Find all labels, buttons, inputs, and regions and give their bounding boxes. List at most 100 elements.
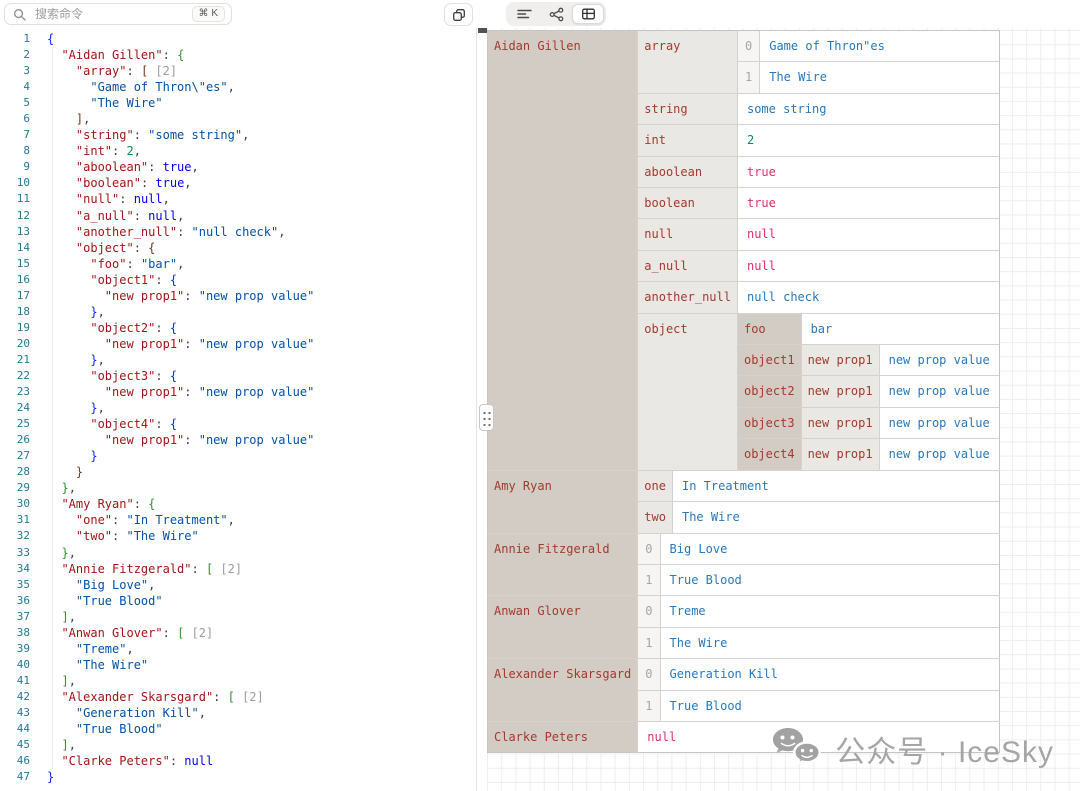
editor-line[interactable]: 44 "True Blood" [0, 721, 314, 737]
grid-key-cell[interactable]: Clarke Peters [488, 721, 638, 752]
grid-key-cell[interactable]: boolean [638, 188, 737, 219]
grid-value-cell[interactable]: some string [737, 93, 998, 124]
grid-key-cell[interactable]: object2 [738, 376, 801, 407]
editor-line[interactable]: 1{ [0, 31, 314, 47]
search-box[interactable]: ⌘ K [4, 3, 232, 25]
editor-line[interactable]: 16 "object1": { [0, 272, 314, 288]
grid-key-cell[interactable]: foo [738, 314, 801, 345]
editor-line[interactable]: 36 "True Blood" [0, 593, 314, 609]
line-number[interactable]: 35 [0, 577, 30, 593]
editor-line[interactable]: 28 } [0, 464, 314, 480]
editor-line[interactable]: 11 "null": null, [0, 191, 314, 207]
line-number[interactable]: 34 [0, 561, 30, 577]
grid-key-cell[interactable]: null [638, 219, 737, 250]
grid-value-cell[interactable]: True Blood [660, 564, 999, 595]
editor-line[interactable]: 33 }, [0, 545, 314, 561]
grid-key-cell[interactable]: Amy Ryan [488, 470, 638, 533]
grid-key-cell[interactable]: one [638, 471, 672, 502]
line-number[interactable]: 27 [0, 448, 30, 464]
line-number[interactable]: 6 [0, 111, 30, 127]
editor-line[interactable]: 47} [0, 769, 314, 785]
grid-key-cell[interactable]: new prop1 [802, 376, 880, 406]
line-number[interactable]: 7 [0, 127, 30, 143]
editor-line[interactable]: 18 }, [0, 304, 314, 320]
grid-value-cell[interactable]: new prop value [879, 408, 999, 438]
grid-key-cell[interactable]: Alexander Skarsgard [488, 659, 638, 722]
grid-key-cell[interactable]: Anwan Glover [488, 596, 638, 659]
editor-line[interactable]: 31 "one": "In Treatment", [0, 512, 314, 528]
json-editor[interactable]: 1{2 "Aidan Gillen": {3 "array": [ [2]4 "… [0, 28, 477, 791]
panel-resize-handle[interactable] [479, 404, 494, 431]
line-number[interactable]: 22 [0, 368, 30, 384]
line-number[interactable]: 24 [0, 400, 30, 416]
grid-key-cell[interactable]: object [638, 313, 737, 470]
editor-line[interactable]: 2 "Aidan Gillen": { [0, 47, 314, 63]
scrollbar-thumb[interactable] [478, 28, 487, 33]
editor-line[interactable]: 30 "Amy Ryan": { [0, 496, 314, 512]
line-number[interactable]: 45 [0, 737, 30, 753]
grid-key-cell[interactable]: int [638, 125, 737, 156]
line-number[interactable]: 36 [0, 593, 30, 609]
grid-key-cell[interactable]: Annie Fitzgerald [488, 533, 638, 596]
line-number[interactable]: 18 [0, 304, 30, 320]
search-input[interactable] [33, 6, 192, 22]
editor-line[interactable]: 3 "array": [ [2] [0, 63, 314, 79]
editor-line[interactable]: 26 "new prop1": "new prop value" [0, 432, 314, 448]
grid-key-cell[interactable]: aboolean [638, 156, 737, 187]
editor-line[interactable]: 15 "foo": "bar", [0, 256, 314, 272]
grid-key-cell[interactable]: another_null [638, 282, 737, 313]
grid-value-cell[interactable]: In Treatment [672, 471, 998, 502]
line-number[interactable]: 5 [0, 95, 30, 111]
editor-line[interactable]: 23 "new prop1": "new prop value" [0, 384, 314, 400]
editor-line[interactable]: 40 "The Wire" [0, 657, 314, 673]
grid-value-cell[interactable]: new prop value [879, 376, 999, 406]
grid-key-cell[interactable]: object4 [738, 439, 801, 470]
line-number[interactable]: 29 [0, 480, 30, 496]
line-number[interactable]: 41 [0, 673, 30, 689]
editor-line[interactable]: 7 "string": "some string", [0, 127, 314, 143]
line-number[interactable]: 9 [0, 159, 30, 175]
line-number[interactable]: 12 [0, 208, 30, 224]
line-number[interactable]: 47 [0, 769, 30, 785]
grid-value-cell[interactable]: The Wire [760, 62, 999, 93]
editor-line[interactable]: 41 ], [0, 673, 314, 689]
editor-line[interactable]: 20 "new prop1": "new prop value" [0, 336, 314, 352]
editor-line[interactable]: 13 "another_null": "null check", [0, 224, 314, 240]
grid-key-cell[interactable]: new prop1 [802, 439, 880, 469]
editor-line[interactable]: 4 "Game of Thron\"es", [0, 79, 314, 95]
line-number[interactable]: 44 [0, 721, 30, 737]
editor-line[interactable]: 19 "object2": { [0, 320, 314, 336]
grid-value-cell[interactable]: new prop value [879, 439, 999, 469]
line-number[interactable]: 1 [0, 31, 30, 47]
grid-value-cell[interactable]: Game of Thron"es [760, 31, 999, 62]
line-number[interactable]: 28 [0, 464, 30, 480]
copy-button[interactable] [444, 3, 473, 26]
editor-line[interactable]: 37 ], [0, 609, 314, 625]
grid-value-cell[interactable]: null check [737, 282, 998, 313]
line-number[interactable]: 2 [0, 47, 30, 63]
line-number[interactable]: 33 [0, 545, 30, 561]
editor-line[interactable]: 46 "Clarke Peters": null [0, 753, 314, 769]
grid-value-cell[interactable]: Big Love [660, 534, 999, 565]
grid-key-cell[interactable]: object1 [738, 345, 801, 376]
editor-line[interactable]: 14 "object": { [0, 240, 314, 256]
line-number[interactable]: 39 [0, 641, 30, 657]
grid-value-cell[interactable]: The Wire [672, 502, 998, 533]
editor-line[interactable]: 17 "new prop1": "new prop value" [0, 288, 314, 304]
editor-line[interactable]: 24 }, [0, 400, 314, 416]
line-number[interactable]: 13 [0, 224, 30, 240]
line-number[interactable]: 14 [0, 240, 30, 256]
line-number[interactable]: 15 [0, 256, 30, 272]
line-number[interactable]: 3 [0, 63, 30, 79]
grid-key-cell[interactable]: array [638, 31, 737, 93]
line-number[interactable]: 8 [0, 143, 30, 159]
line-number[interactable]: 19 [0, 320, 30, 336]
grid-value-cell[interactable]: Treme [660, 596, 999, 627]
editor-line[interactable]: 25 "object4": { [0, 416, 314, 432]
editor-line[interactable]: 45 ], [0, 737, 314, 753]
grid-value-cell[interactable]: The Wire [660, 627, 999, 658]
line-number[interactable]: 43 [0, 705, 30, 721]
view-table-button[interactable] [572, 4, 604, 24]
grid-value-cell[interactable]: true [737, 188, 998, 219]
editor-line[interactable]: 27 } [0, 448, 314, 464]
